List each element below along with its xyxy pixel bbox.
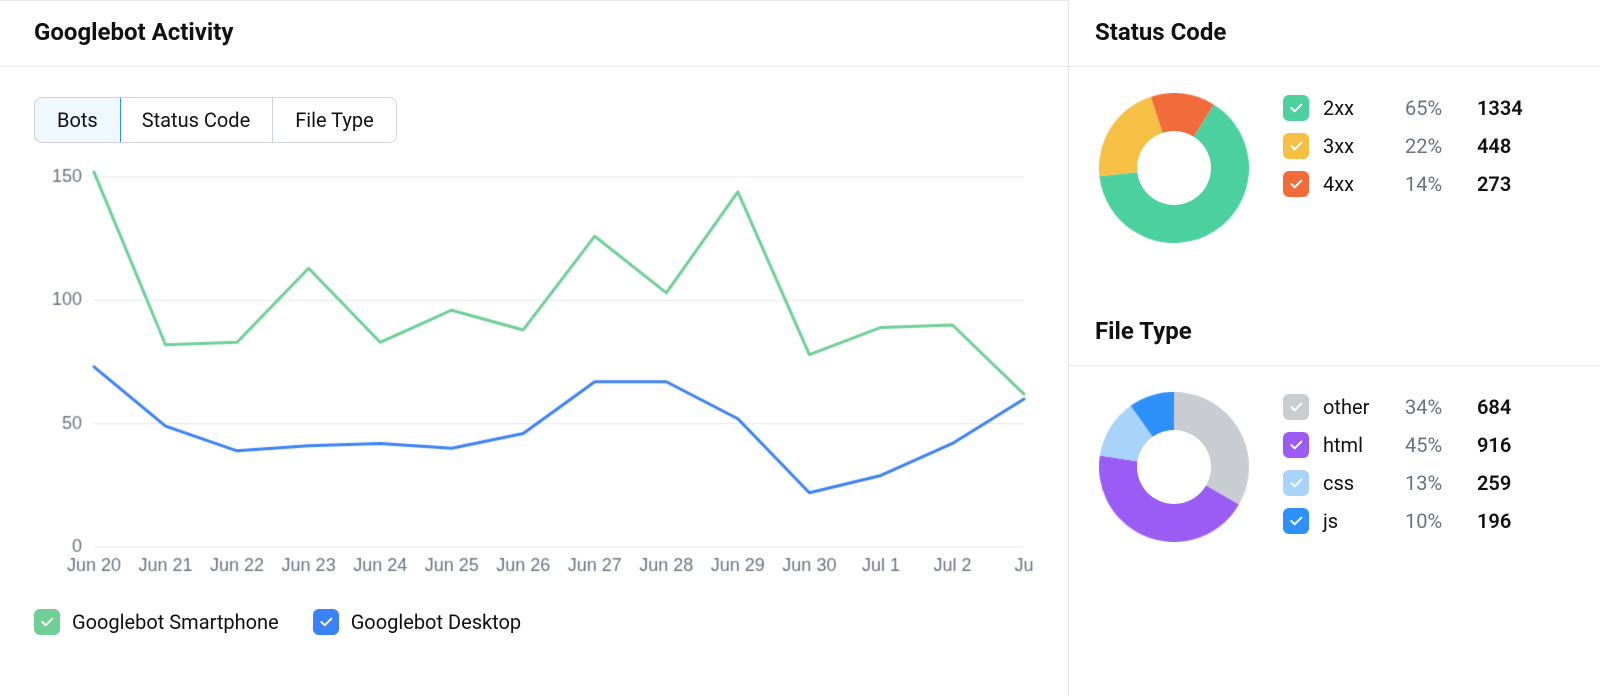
legend-label: 3xx	[1323, 134, 1391, 158]
legend-count: 273	[1477, 172, 1511, 196]
filetype-legend-item-css[interactable]: css 13% 259	[1283, 470, 1570, 496]
legend-label: Googlebot Desktop	[351, 610, 521, 634]
legend-pct: 13%	[1405, 471, 1463, 495]
legend-count: 259	[1477, 471, 1511, 495]
filetype-legend-item-other[interactable]: other 34% 684	[1283, 394, 1570, 420]
status-code-legend: 2xx 65% 1334 3xx 22% 448 4xx 14% 273	[1283, 95, 1570, 197]
checkbox-icon	[34, 609, 60, 635]
checkbox-icon	[313, 609, 339, 635]
legend-label: Googlebot Smartphone	[72, 610, 279, 634]
legend-pct: 10%	[1405, 509, 1463, 533]
checkbox-icon	[1283, 432, 1309, 458]
checkbox-icon	[1283, 133, 1309, 159]
legend-item-desktop[interactable]: Googlebot Desktop	[313, 609, 521, 635]
legend-pct: 65%	[1405, 96, 1463, 120]
checkbox-icon	[1283, 508, 1309, 534]
legend-pct: 45%	[1405, 433, 1463, 457]
tab-bots[interactable]: Bots	[34, 97, 121, 143]
checkbox-icon	[1283, 171, 1309, 197]
legend-label: 2xx	[1323, 96, 1391, 120]
filetype-legend-item-html[interactable]: html 45% 916	[1283, 432, 1570, 458]
legend-count: 448	[1477, 134, 1511, 158]
legend-count: 1334	[1477, 96, 1523, 120]
filetype-legend-item-js[interactable]: js 10% 196	[1283, 508, 1570, 534]
status-legend-item-4xx[interactable]: 4xx 14% 273	[1283, 171, 1570, 197]
legend-item-smartphone[interactable]: Googlebot Smartphone	[34, 609, 279, 635]
legend-count: 196	[1477, 509, 1511, 533]
tab-file-type[interactable]: File Type	[273, 98, 396, 142]
checkbox-icon	[1283, 470, 1309, 496]
file-type-title: File Type	[1069, 299, 1600, 366]
legend-pct: 22%	[1405, 134, 1463, 158]
legend-label: js	[1323, 509, 1391, 533]
status-legend-item-3xx[interactable]: 3xx 22% 448	[1283, 133, 1570, 159]
legend-label: css	[1323, 471, 1391, 495]
status-code-donut	[1099, 93, 1249, 243]
status-legend-item-2xx[interactable]: 2xx 65% 1334	[1283, 95, 1570, 121]
legend-count: 916	[1477, 433, 1511, 457]
tab-status-code[interactable]: Status Code	[120, 98, 273, 142]
file-type-legend: other 34% 684 html 45% 916 css 13% 259 js 10% 196	[1283, 394, 1570, 534]
activity-tabs: Bots Status Code File Type	[34, 97, 397, 143]
legend-pct: 14%	[1405, 172, 1463, 196]
legend-label: 4xx	[1323, 172, 1391, 196]
checkbox-icon	[1283, 95, 1309, 121]
legend-pct: 34%	[1405, 395, 1463, 419]
legend-label: other	[1323, 395, 1391, 419]
legend-count: 684	[1477, 395, 1511, 419]
status-code-title: Status Code	[1069, 0, 1600, 67]
activity-line-chart	[0, 157, 1068, 591]
legend-label: html	[1323, 433, 1391, 457]
checkbox-icon	[1283, 394, 1309, 420]
file-type-donut	[1099, 392, 1249, 542]
activity-title: Googlebot Activity	[0, 0, 1068, 67]
activity-legend: Googlebot Smartphone Googlebot Desktop	[0, 609, 1068, 635]
